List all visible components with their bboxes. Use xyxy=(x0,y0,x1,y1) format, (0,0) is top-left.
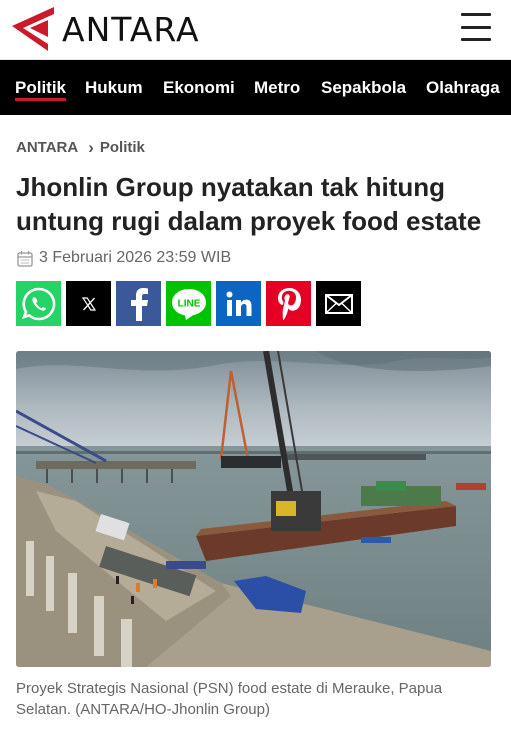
facebook-icon xyxy=(130,287,148,321)
breadcrumb: ANTARA › Politik xyxy=(16,139,145,156)
share-linkedin-button[interactable] xyxy=(216,281,261,326)
chevron-right-icon: › xyxy=(88,138,94,157)
antara-logo[interactable]: ANTARA xyxy=(8,4,200,54)
breadcrumb-home[interactable]: ANTARA xyxy=(16,139,78,156)
x-icon xyxy=(81,296,96,311)
nav-item-olahraga[interactable]: Olahraga xyxy=(426,60,500,115)
site-header: ANTARA xyxy=(0,0,511,60)
article-title: Jhonlin Group nyatakan tak hitung untung… xyxy=(16,172,482,236)
email-icon xyxy=(324,293,353,314)
nav-item-sepakbola[interactable]: Sepakbola xyxy=(321,60,406,115)
share-line-button[interactable]: LINE xyxy=(166,281,211,326)
breadcrumb-category[interactable]: Politik xyxy=(100,139,145,156)
nav-item-hukum[interactable]: Hukum xyxy=(85,60,143,115)
share-pinterest-button[interactable] xyxy=(266,281,311,326)
share-facebook-button[interactable] xyxy=(116,281,161,326)
whatsapp-icon xyxy=(21,287,55,320)
logo-text: ANTARA xyxy=(62,9,200,49)
date-text: 3 Februari 2026 23:59 WIB xyxy=(39,249,232,266)
share-bar: LINE xyxy=(16,281,366,326)
antara-logo-icon xyxy=(12,7,54,51)
nav-item-politik[interactable]: Politik xyxy=(15,60,67,115)
nav-item-ekonomi[interactable]: Ekonomi xyxy=(163,60,235,115)
article-date: 3 Februari 2026 23:59 WIB xyxy=(17,249,231,267)
share-email-button[interactable] xyxy=(316,281,361,326)
category-nav: Politik Hukum Ekonomi Metro Sepakbola Ol… xyxy=(0,60,511,115)
linkedin-icon xyxy=(226,291,251,316)
share-whatsapp-button[interactable] xyxy=(16,281,61,326)
line-icon: LINE xyxy=(171,288,206,320)
article-photo[interactable] xyxy=(16,351,491,667)
calendar-icon xyxy=(17,250,33,267)
hamburger-menu-icon[interactable] xyxy=(461,13,491,41)
photo-caption: Proyek Strategis Nasional (PSN) food est… xyxy=(16,680,443,718)
pinterest-icon xyxy=(277,287,301,320)
article-photo-image xyxy=(16,351,491,667)
share-x-button[interactable] xyxy=(66,281,111,326)
svg-text:LINE: LINE xyxy=(177,298,200,309)
nav-item-metro[interactable]: Metro xyxy=(254,60,300,115)
